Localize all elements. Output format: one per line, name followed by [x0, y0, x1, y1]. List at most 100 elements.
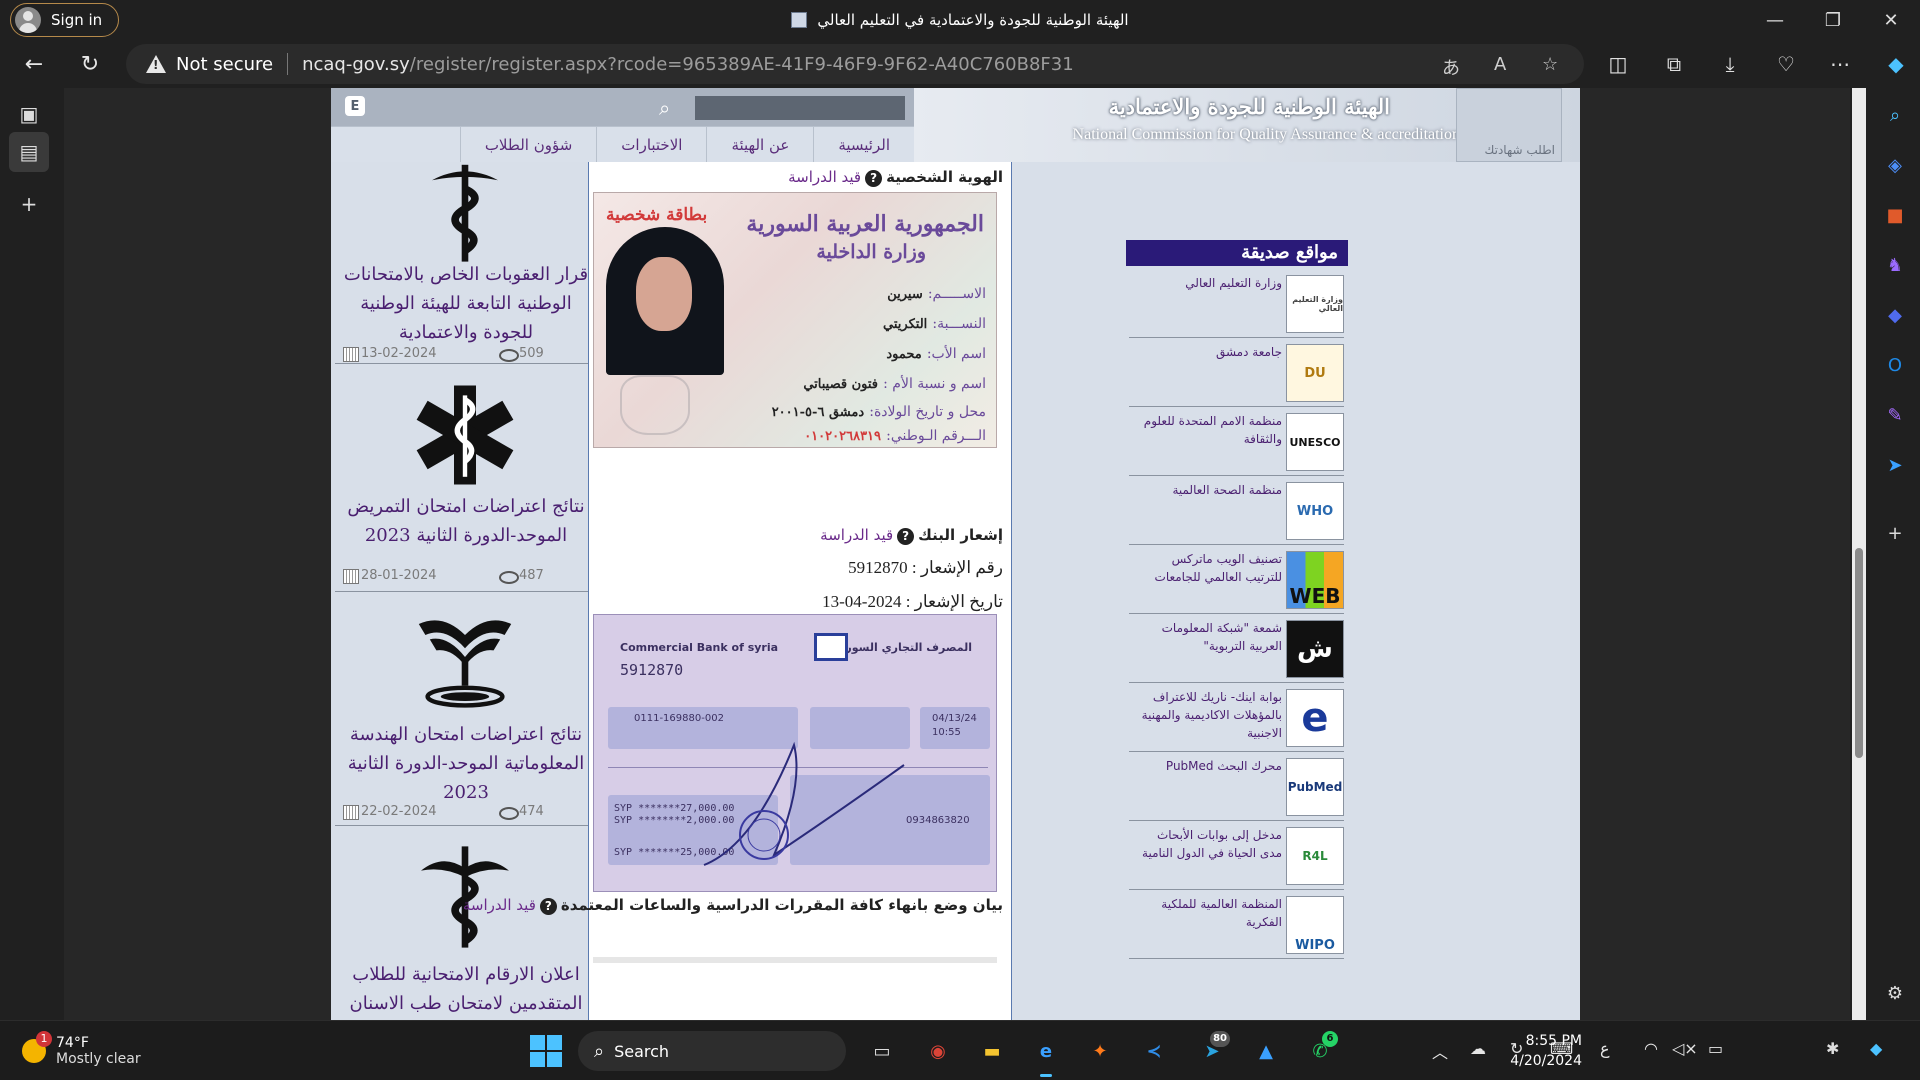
whatsapp-icon[interactable]: ✆ 6 [1300, 1031, 1340, 1071]
copilot-sidebar-icon[interactable]: ◆ [1880, 300, 1910, 330]
news-title[interactable]: قرار العقوبات الخاص بالامتحانات الوطنية … [335, 260, 597, 347]
help-icon[interactable]: ? [897, 528, 915, 545]
friend-site-name[interactable]: المنظمة العالمية للملكية الفكرية [1132, 895, 1282, 931]
show-hidden-icons-icon[interactable]: ︿ [1432, 1039, 1448, 1063]
english-toggle-button[interactable]: E [345, 96, 365, 116]
menu-item-about[interactable]: عن الهيئة [706, 127, 813, 163]
url-text[interactable]: ncaq-gov.sy/register/register.aspx?rcode… [302, 54, 1074, 75]
taskbar-search-box[interactable]: ⌕ Search [578, 1031, 846, 1071]
split-screen-icon[interactable]: ◫ [1600, 46, 1636, 82]
search-icon[interactable]: ⌕ [659, 96, 670, 120]
site-search-input[interactable] [695, 96, 905, 120]
translate-icon[interactable]: あ [1442, 54, 1460, 80]
request-certificate-banner[interactable]: اطلب شهادتك [1456, 88, 1562, 162]
app-icon[interactable]: ✦ [1080, 1031, 1120, 1071]
active-tab[interactable]: ▤ [9, 132, 49, 172]
tools-icon[interactable]: ■ [1880, 200, 1910, 230]
new-tab-icon[interactable]: + [9, 184, 49, 224]
friend-site-item[interactable]: WHO منظمة الصحة العالمية [1129, 479, 1344, 545]
minimize-button[interactable]: — [1748, 0, 1802, 40]
menu-item-exams[interactable]: الاختبارات [596, 127, 706, 163]
not-secure-label[interactable]: Not secure [176, 54, 273, 75]
help-icon[interactable]: ? [865, 170, 883, 187]
copilot-icon[interactable]: ◆ [1878, 46, 1914, 82]
news-item[interactable]: نتائج اعتراضات امتحان التمريض الموحد-الد… [335, 368, 597, 592]
friend-site-item[interactable]: R4L مدخل إلى بوابات الأبحاث مدى الحياة ف… [1129, 824, 1344, 890]
back-button[interactable]: ← [16, 46, 52, 82]
id-card-image[interactable]: بطاقة شخصية الجمهورية العربية السورية وز… [593, 192, 997, 448]
friend-site-name[interactable]: منظمة الامم المتحدة للعلوم والثقافة [1132, 412, 1282, 448]
search-icon[interactable]: ⌕ [1880, 100, 1910, 130]
chrome-icon[interactable]: ◉ [918, 1031, 958, 1071]
friend-site-name[interactable]: وزارة التعليم العالي [1132, 274, 1282, 292]
friend-site-name[interactable]: محرك البحث PubMed [1132, 757, 1282, 775]
shopping-tag-icon[interactable]: ◈ [1880, 150, 1910, 180]
games-icon[interactable]: ♞ [1880, 250, 1910, 280]
photos-icon[interactable]: ▲ [1246, 1031, 1286, 1071]
friend-site-item[interactable]: PubMed محرك البحث PubMed [1129, 755, 1344, 821]
copilot-taskbar-icon[interactable]: ◆ [1870, 1039, 1882, 1058]
menu-item-home[interactable]: الرئيسية [813, 127, 914, 163]
friend-site-name[interactable]: منظمة الصحة العالمية [1132, 481, 1282, 499]
close-window-button[interactable]: ✕ [1864, 0, 1918, 40]
sidebar-settings-icon[interactable]: ⚙ [1880, 978, 1910, 1008]
system-clock[interactable]: 8:55 PM 4/20/2024 [1486, 1031, 1582, 1071]
downloads-icon[interactable]: ⤓ [1712, 46, 1748, 82]
warning-icon[interactable] [146, 55, 166, 73]
news-item[interactable]: نتائج اعتراضات امتحان الهندسة المعلوماتي… [335, 596, 597, 826]
send-icon[interactable]: ➤ [1880, 450, 1910, 480]
browser-essentials-icon[interactable]: ♡ [1768, 46, 1804, 82]
page-scrollbar[interactable] [1852, 88, 1866, 1020]
friend-site-item[interactable]: e بوابة اينك- ناريك للاعتراف بالمؤهلات ا… [1129, 686, 1344, 752]
onedrive-icon[interactable]: ☁ [1470, 1039, 1486, 1058]
start-button[interactable] [530, 1035, 562, 1067]
file-explorer-icon[interactable]: ▬ [972, 1031, 1012, 1071]
id-row: الاســـــم: سيرين [887, 286, 986, 302]
news-views: 509 [497, 346, 544, 362]
news-item[interactable]: قرار العقوبات الخاص بالامتحانات الوطنية … [335, 162, 597, 364]
do-not-disturb-icon[interactable]: ✱ [1826, 1039, 1839, 1058]
page-viewport: E ⌕ الرئيسية عن الهيئة الاختبارات شؤون ا… [64, 88, 1850, 1020]
volume-muted-icon[interactable]: ◁× [1672, 1039, 1698, 1058]
news-title[interactable]: نتائج اعتراضات امتحان الهندسة المعلوماتي… [335, 720, 597, 807]
wifi-icon[interactable]: ◠ [1644, 1039, 1658, 1058]
receipt-number-label: رقم الإشعار : [911, 558, 1003, 577]
task-view-icon[interactable]: ▭ [862, 1031, 902, 1071]
tab-actions-icon[interactable]: ▣ [9, 94, 49, 134]
refresh-button[interactable]: ↻ [72, 46, 108, 82]
friend-site-name[interactable]: جامعة دمشق [1132, 343, 1282, 361]
friend-site-item[interactable]: DU جامعة دمشق [1129, 341, 1344, 407]
news-title[interactable]: اعلان الارقام الامتحانية للطلاب المتقدمي… [335, 960, 597, 1018]
friend-site-name[interactable]: تصنيف الويب ماتركس للترتيب العالمي للجام… [1132, 550, 1282, 586]
address-bar[interactable]: Not secure ncaq-gov.sy/register/register… [126, 44, 1584, 84]
input-language[interactable]: ع [1600, 1039, 1610, 1058]
vscode-icon[interactable]: ≺ [1134, 1031, 1174, 1071]
scrollbar-thumb[interactable] [1855, 548, 1863, 758]
news-title[interactable]: نتائج اعتراضات امتحان التمريض الموحد-الد… [335, 492, 597, 550]
favorite-star-icon[interactable]: ☆ [1542, 54, 1558, 75]
add-sidebar-app-icon[interactable]: + [1880, 518, 1910, 548]
friend-site-item[interactable]: WIPO المنظمة العالمية للملكية الفكرية [1129, 893, 1344, 959]
settings-more-icon[interactable]: ⋯ [1822, 46, 1858, 82]
friend-site-name[interactable]: بوابة اينك- ناريك للاعتراف بالمؤهلات الا… [1132, 688, 1282, 742]
telegram-icon[interactable]: ➤ 80 [1192, 1031, 1232, 1071]
friend-site-item[interactable]: UNESCO منظمة الامم المتحدة للعلوم والثقا… [1129, 410, 1344, 476]
restore-button[interactable]: ❐ [1806, 0, 1860, 40]
read-aloud-icon[interactable]: A [1494, 54, 1506, 75]
damascus-university-logo-icon: DU [1286, 344, 1344, 402]
help-icon[interactable]: ? [539, 898, 557, 915]
friend-site-item[interactable]: WEB تصنيف الويب ماتركس للترتيب العالمي ل… [1129, 548, 1344, 614]
friend-site-name[interactable]: مدخل إلى بوابات الأبحاث مدى الحياة في ال… [1132, 826, 1282, 862]
friend-site-name[interactable]: شمعة "شبكة المعلومات العربية التربوية" [1132, 619, 1282, 655]
outlook-icon[interactable]: O [1880, 350, 1910, 380]
news-item[interactable]: اعلان الارقام الامتحانية للطلاب المتقدمي… [335, 830, 597, 1020]
battery-icon[interactable]: ▭ [1708, 1039, 1723, 1058]
edge-icon[interactable]: e [1026, 1031, 1066, 1077]
bank-logo-icon [814, 633, 848, 661]
bank-receipt-image[interactable]: Commercial Bank of syria المصرف التجاري … [593, 614, 997, 892]
friend-site-item[interactable]: ش شمعة "شبكة المعلومات العربية التربوية" [1129, 617, 1344, 683]
weather-widget[interactable]: 1 74°F Mostly clear [22, 1029, 141, 1073]
friend-site-item[interactable]: وزارة التعليم العالي وزارة التعليم العال… [1129, 272, 1344, 338]
designer-icon[interactable]: ✎ [1880, 400, 1910, 430]
collections-icon[interactable]: ⧉ [1656, 46, 1692, 82]
